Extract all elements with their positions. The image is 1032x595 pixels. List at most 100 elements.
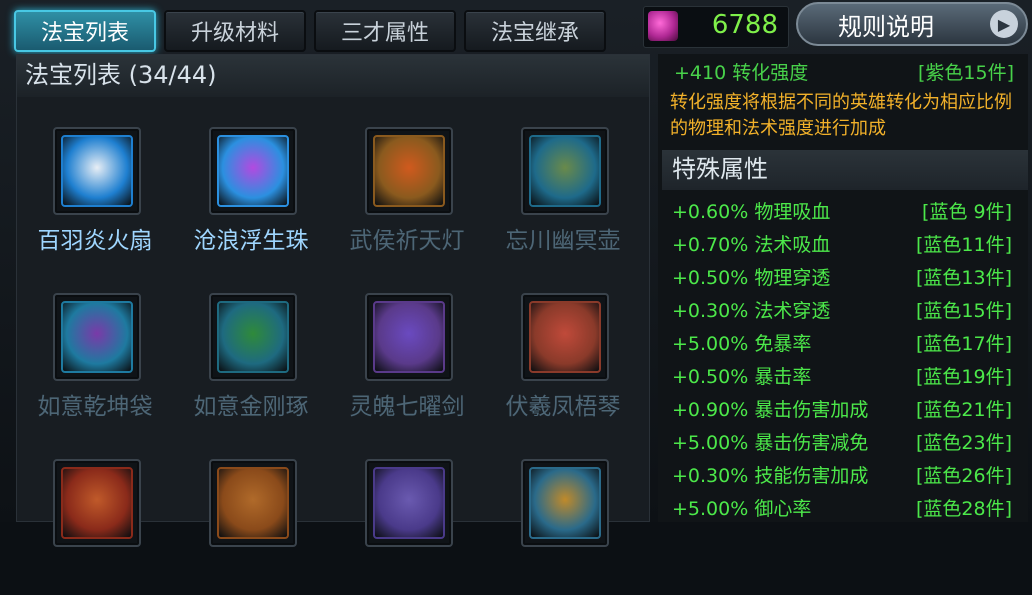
conversion-description: 转化强度将根据不同的英雄转化为相应比例的物理和法术强度进行加成 xyxy=(670,92,1012,139)
attribute-tag: [蓝色26件] xyxy=(915,465,1012,487)
treasure-item[interactable] xyxy=(329,435,485,595)
treasure-item[interactable] xyxy=(17,435,173,595)
treasure-name: 灵魄七曜剑 xyxy=(349,394,465,420)
swords-icon xyxy=(373,301,445,373)
game-screen: 法宝列表 升级材料 三才属性 法宝继承 6788 规则说明 ▶ 法宝列表 (34… xyxy=(0,0,1032,547)
jar-icon xyxy=(529,135,601,207)
attribute-name: 暴击伤害加成 xyxy=(754,399,869,421)
attribute-name: 免暴率 xyxy=(754,333,812,355)
attribute-row: +0.30% 技能伤害加成 [蓝色26件] xyxy=(672,461,1024,493)
attribute-value: +5.00% xyxy=(672,498,749,520)
treasure-slot[interactable] xyxy=(209,459,297,547)
treasure-item[interactable] xyxy=(485,435,641,595)
treasure-name: 百羽炎火扇 xyxy=(37,228,153,254)
conversion-value: +410 转化强度 xyxy=(674,62,809,84)
attribute-row: +0.30% 法术穿透 [蓝色15件] xyxy=(672,296,1024,328)
currency-display: 6788 xyxy=(643,6,789,48)
attribute-tag: [蓝色 9件] xyxy=(922,201,1012,223)
feather-fan-icon xyxy=(61,135,133,207)
treasure-slot[interactable] xyxy=(521,293,609,381)
treasure-name: 伏羲凤梧琴 xyxy=(505,394,621,420)
treasure-name: 忘川幽冥壶 xyxy=(505,228,621,254)
attribute-row: +0.50% 物理穿透 [蓝色13件] xyxy=(672,263,1024,295)
treasure-list-panel: 法宝列表 (34/44) 百羽炎火扇 沧浪浮生珠 武侯祈天灯 忘川幽冥壶如意乾坤袋 如意… xyxy=(16,54,650,547)
attribute-name: 暴击率 xyxy=(754,366,812,388)
attribute-row: +0.50% 暴击率 [蓝色19件] xyxy=(672,362,1024,394)
treasure-list-title: 法宝列表 (34/44) xyxy=(17,55,649,97)
attribute-row: +5.00% 御心率 [蓝色28件] xyxy=(672,494,1024,526)
rules-button[interactable]: 规则说明 ▶ xyxy=(796,2,1028,46)
attribute-value: +0.30% xyxy=(672,300,749,322)
attribute-tag: [蓝色21件] xyxy=(915,399,1012,421)
treasure-item[interactable] xyxy=(173,435,329,595)
conversion-stat: +410 转化强度 [紫色15件] xyxy=(674,58,1024,88)
attribute-name: 物理穿透 xyxy=(754,267,831,289)
attribute-name: 法术穿透 xyxy=(754,300,831,322)
attribute-name: 物理吸血 xyxy=(754,201,831,223)
pearl-icon xyxy=(217,135,289,207)
attribute-name: 御心率 xyxy=(754,498,812,520)
treasure-slot[interactable] xyxy=(365,459,453,547)
treasure-item[interactable]: 如意乾坤袋 xyxy=(17,269,173,429)
crown-icon xyxy=(529,467,601,539)
zither-icon xyxy=(529,301,601,373)
attribute-name: 技能伤害加成 xyxy=(754,465,869,487)
attribute-name: 法术吸血 xyxy=(754,234,831,256)
treasure-slot[interactable] xyxy=(365,293,453,381)
lantern-icon xyxy=(373,135,445,207)
treasure-item[interactable]: 沧浪浮生珠 xyxy=(173,103,329,263)
attribute-tag: [蓝色23件] xyxy=(915,432,1012,454)
attribute-row: +5.00% 暴击伤害减免 [蓝色23件] xyxy=(672,428,1024,460)
treasure-slot[interactable] xyxy=(209,293,297,381)
conversion-tag: [紫色15件] xyxy=(917,62,1014,84)
treasure-name: 武侯祈天灯 xyxy=(349,228,465,254)
attribute-tag: [蓝色19件] xyxy=(915,366,1012,388)
treasure-item[interactable]: 灵魄七曜剑 xyxy=(329,269,485,429)
attribute-row: +0.70% 法术吸血 [蓝色11件] xyxy=(672,230,1024,262)
attribute-row: +0.90% 暴击伤害加成 [蓝色21件] xyxy=(672,395,1024,427)
tab-treasure-inherit[interactable]: 法宝继承 xyxy=(464,10,606,52)
attribute-row: +0.60% 物理吸血 [蓝色 9件] xyxy=(672,197,1024,229)
attribute-value: +5.00% xyxy=(672,432,749,454)
attribute-tag: [蓝色13件] xyxy=(915,267,1012,289)
mirror-icon xyxy=(373,467,445,539)
attribute-tag: [蓝色15件] xyxy=(915,300,1012,322)
treasure-slot[interactable] xyxy=(521,127,609,215)
tab-treasure-list[interactable]: 法宝列表 xyxy=(14,10,156,52)
special-attributes-title: 特殊属性 xyxy=(662,150,1028,190)
treasure-item[interactable]: 武侯祈天灯 xyxy=(329,103,485,263)
attribute-name: 暴击伤害减免 xyxy=(754,432,869,454)
tab-three-talents[interactable]: 三才属性 xyxy=(314,10,456,52)
treasure-slot[interactable] xyxy=(365,127,453,215)
treasure-slot[interactable] xyxy=(53,293,141,381)
treasure-item[interactable]: 伏羲凤梧琴 xyxy=(485,269,641,429)
attribute-value: +0.50% xyxy=(672,366,749,388)
treasure-slot[interactable] xyxy=(53,127,141,215)
treasure-item[interactable]: 忘川幽冥壶 xyxy=(485,103,641,263)
bag-icon xyxy=(61,301,133,373)
currency-value: 6788 xyxy=(711,10,778,40)
gem-icon xyxy=(648,11,678,41)
tab-upgrade-materials[interactable]: 升级材料 xyxy=(164,10,306,52)
attribute-tag: [蓝色11件] xyxy=(915,234,1012,256)
arrow-right-icon: ▶ xyxy=(990,10,1018,38)
attributes-panel: +410 转化强度 [紫色15件] 转化强度将根据不同的英雄转化为相应比例的物理… xyxy=(658,54,1028,522)
treasure-slot[interactable] xyxy=(53,459,141,547)
tab-bar: 法宝列表 升级材料 三才属性 法宝继承 xyxy=(14,8,606,56)
treasure-item[interactable]: 如意金刚琢 xyxy=(173,269,329,429)
attribute-value: +0.30% xyxy=(672,465,749,487)
attribute-value: +0.60% xyxy=(672,201,749,223)
attribute-value: +0.90% xyxy=(672,399,749,421)
treasure-item[interactable]: 百羽炎火扇 xyxy=(17,103,173,263)
treasure-slot[interactable] xyxy=(521,459,609,547)
attribute-value: +0.50% xyxy=(672,267,749,289)
dragon-icon xyxy=(61,467,133,539)
treasure-slot[interactable] xyxy=(209,127,297,215)
ring-icon xyxy=(217,301,289,373)
treasure-name: 如意乾坤袋 xyxy=(37,394,153,420)
armor-icon xyxy=(217,467,289,539)
attribute-value: +5.00% xyxy=(672,333,749,355)
rules-button-label: 规则说明 xyxy=(838,12,934,41)
attribute-tag: [蓝色28件] xyxy=(915,498,1012,520)
treasure-name: 沧浪浮生珠 xyxy=(193,228,309,254)
